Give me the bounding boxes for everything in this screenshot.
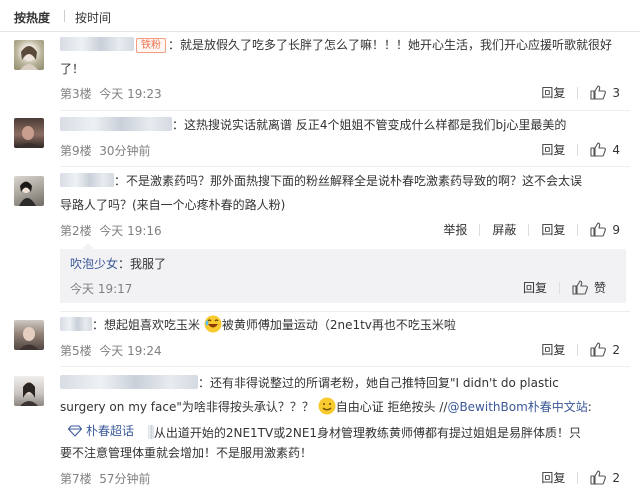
blurred-username[interactable] — [60, 37, 134, 51]
floor-number: 第7楼 — [60, 472, 92, 486]
thumbs-up-icon — [590, 222, 607, 237]
like-count: 9 — [612, 222, 620, 237]
floor-number: 第5楼 — [60, 344, 92, 358]
comment-meta: 第7楼 57分钟前 — [60, 470, 151, 487]
like-button[interactable]: 9 — [590, 222, 620, 237]
comment-time: 今天 19:23 — [99, 87, 162, 101]
like-label: 赞 — [593, 281, 606, 295]
thumbs-up-icon — [590, 470, 607, 485]
comment-time: 57分钟前 — [99, 472, 151, 486]
sort-bar: 按热度 按时间 — [0, 0, 640, 32]
reply-button[interactable]: 回复 — [541, 469, 565, 486]
reply-button[interactable]: 回复 — [541, 221, 565, 238]
comment-actions: 回复 2 — [541, 469, 620, 486]
thumbs-up-icon — [590, 142, 607, 157]
like-button[interactable]: 2 — [590, 470, 620, 485]
sort-by-time-tab[interactable]: 按时间 — [75, 9, 111, 26]
reply-button[interactable]: 回复 — [541, 141, 565, 158]
thumbs-up-icon — [590, 342, 607, 357]
avatar-portrait-icon — [19, 327, 39, 350]
comment-text-continued: 要不注意管理体重就会增加！不是服用激素药！ — [60, 446, 313, 460]
sub-reply-like-button[interactable]: 赞 — [572, 279, 606, 296]
blurred-username[interactable] — [60, 117, 172, 131]
avatar-portrait-icon — [18, 126, 40, 148]
comment-text-continued: 导路人了吗？(来自一个心疼朴春的路人粉) — [60, 198, 286, 212]
comment-meta: 第2楼 今天 19:16 — [60, 222, 162, 239]
comment-text: ：还有非得说整过的所谓老粉，她自己推特回复"I didn't do plasti… — [60, 372, 559, 394]
like-count: 3 — [612, 85, 620, 100]
thumbs-up-icon — [572, 280, 588, 295]
comment-meta: 第3楼 今天 19:23 — [60, 85, 162, 102]
user-avatar[interactable] — [14, 376, 44, 406]
mention-link[interactable]: @BewithBom朴春中文站 — [447, 400, 587, 414]
user-avatar[interactable] — [14, 40, 44, 70]
comment-divider — [60, 311, 630, 312]
floor-number: 第2楼 — [60, 224, 92, 238]
comment-actions: 回复 2 — [541, 341, 620, 358]
blurred-username[interactable] — [60, 375, 198, 389]
diamond-icon — [68, 425, 82, 437]
like-count: 4 — [612, 142, 620, 157]
reply-button[interactable]: 回复 — [541, 341, 565, 358]
comment-actions: 举报 屏蔽 回复 9 — [443, 221, 620, 238]
sort-divider — [64, 10, 65, 22]
blurred-username[interactable] — [60, 317, 92, 331]
floor-number: 第3楼 — [60, 87, 92, 101]
comment-divider — [60, 366, 630, 367]
comment-meta: 第5楼 今天 19:24 — [60, 342, 162, 359]
comment-text-continued: surgery on my face"为啥非得按头承认？？？ 自由心证 拒绝按头… — [60, 396, 592, 418]
report-button[interactable]: 举报 — [443, 221, 467, 238]
sort-by-hot-tab[interactable]: 按热度 — [14, 9, 50, 26]
blurred-username[interactable] — [60, 173, 114, 187]
sub-reply-text: 吹泡少女：我服了 — [70, 257, 167, 271]
avatar-portrait-icon — [20, 382, 38, 406]
like-count: 2 — [612, 342, 620, 357]
sub-reply: 吹泡少女：我服了 今天 19:17 回复 赞 — [60, 249, 626, 303]
comment-actions: 回复 4 — [541, 141, 620, 158]
fan-badge: 铁粉 — [136, 38, 166, 53]
laughing-emoji-icon — [204, 315, 222, 333]
avatar-portrait-icon — [20, 45, 38, 70]
sub-reply-username[interactable]: 吹泡少女 — [70, 257, 118, 271]
block-button[interactable]: 屏蔽 — [492, 221, 516, 238]
smile-emoji-icon — [318, 397, 336, 415]
like-button[interactable]: 3 — [590, 85, 620, 100]
comment-text: ：想起姐喜欢吃玉米 被黄师傅加量运动（2ne1tv再也不吃玉米啦 — [60, 314, 456, 336]
comment-meta: 第9楼 30分钟前 — [60, 142, 151, 159]
comment-time: 今天 19:16 — [99, 224, 162, 238]
comment-text-continued: 了！ — [60, 62, 85, 76]
comment-divider — [60, 110, 630, 111]
reply-button[interactable]: 回复 — [541, 84, 565, 101]
avatar-portrait-icon — [19, 181, 36, 206]
comment-time: 30分钟前 — [99, 144, 151, 158]
comment-text: 铁粉 ：就是放假久了吃多了长胖了怎么了嘛！！！她开心生活，我们开心应援听歌就很好 — [60, 34, 612, 56]
thumbs-up-icon — [590, 85, 607, 100]
like-count: 2 — [612, 470, 620, 485]
sub-reply-reply-button[interactable]: 回复 — [523, 279, 547, 296]
comment-text: ：不是激素药吗？那外面热搜下面的粉丝解释全是说朴春吃激素药导致的啊？这不会太误 — [60, 170, 582, 192]
comment-text: ：这热搜说实话就离谱 反正4个姐姐不管变成什么样都是我们bj心里最美的 — [60, 114, 566, 136]
comment-time: 今天 19:24 — [99, 344, 162, 358]
like-button[interactable]: 2 — [590, 342, 620, 357]
comment-divider — [60, 166, 630, 167]
sub-reply-time: 今天 19:17 — [70, 282, 133, 296]
like-button[interactable]: 4 — [590, 142, 620, 157]
user-avatar[interactable] — [14, 320, 44, 350]
comment-actions: 回复 3 — [541, 84, 620, 101]
floor-number: 第9楼 — [60, 144, 92, 158]
sub-reply-actions: 回复 赞 — [523, 279, 606, 296]
topic-label: 朴春超话 — [86, 424, 135, 438]
topic-link[interactable]: 朴春超话 — [60, 420, 134, 442]
user-avatar[interactable] — [14, 118, 44, 148]
comment-text-continued: 朴春超话 从出道开始的2NE1TV或2NE1身材管理教练黄师傅都有提过姐姐是易胖… — [60, 420, 581, 444]
user-avatar[interactable] — [14, 176, 44, 206]
